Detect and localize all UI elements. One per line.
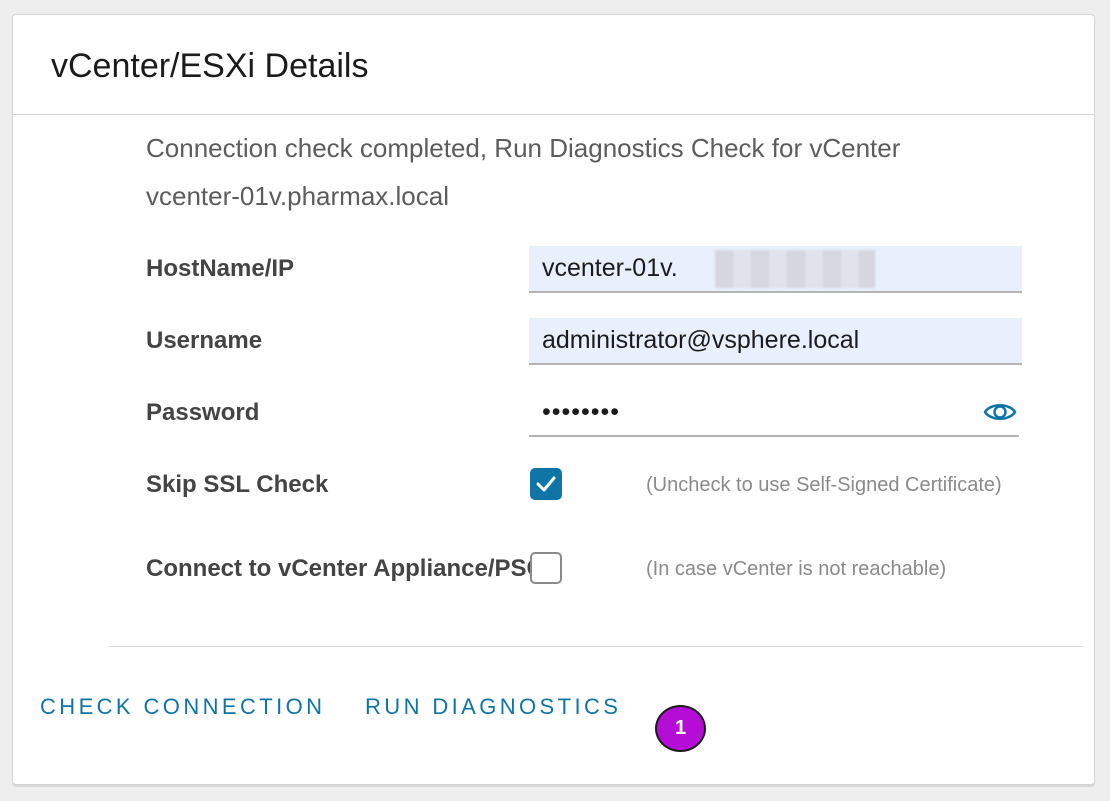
hostname-label: HostName/IP (146, 255, 295, 282)
step-annotation-badge: 1 (655, 705, 706, 752)
connect-appliance-label: Connect to vCenter Appliance/PSC (146, 555, 544, 582)
card-title: vCenter/ESXi Details (51, 47, 369, 85)
run-diagnostics-button[interactable]: RUN DIAGNOSTICS (365, 694, 621, 720)
checkmark-icon (536, 476, 556, 492)
password-label: Password (146, 399, 260, 426)
status-message: Connection check completed, Run Diagnost… (146, 133, 901, 163)
skip-ssl-label: Skip SSL Check (146, 471, 329, 498)
redacted-hostname-portion (715, 250, 875, 288)
check-connection-button[interactable]: CHECK CONNECTION (40, 694, 325, 720)
skip-ssl-checkbox[interactable] (530, 468, 562, 500)
connect-appliance-hint: (In case vCenter is not reachable) (646, 558, 947, 580)
password-input[interactable] (529, 390, 949, 435)
skip-ssl-hint: (Uncheck to use Self-Signed Certificate) (646, 474, 1002, 496)
username-input[interactable] (529, 318, 1022, 365)
footer-divider (109, 646, 1083, 647)
username-label: Username (146, 327, 263, 354)
password-field (529, 390, 1019, 437)
eye-icon[interactable] (983, 398, 1017, 426)
card-header: vCenter/ESXi Details (13, 15, 1094, 115)
status-hostname: vcenter-01v.pharmax.local (146, 181, 449, 211)
connect-appliance-checkbox[interactable] (530, 552, 562, 584)
